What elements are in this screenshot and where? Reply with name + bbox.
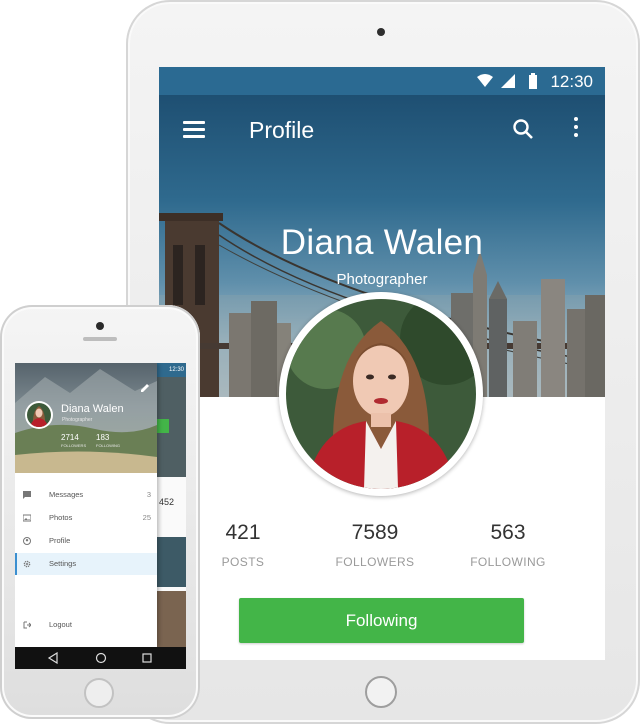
- profile-avatar[interactable]: [279, 292, 483, 496]
- behind-content: 12:30 452: [157, 363, 186, 647]
- recents-icon[interactable]: [141, 652, 153, 664]
- app-toolbar: Profile: [159, 95, 605, 167]
- drawer-item-messages[interactable]: Messages 3: [15, 484, 157, 506]
- phone-speaker: [83, 337, 117, 341]
- behind-stat-value: 452: [159, 497, 175, 507]
- drawer-item-label: Settings: [49, 559, 77, 568]
- drawer-item-logout[interactable]: Logout: [15, 614, 157, 636]
- drawer-item-label: Profile: [49, 536, 71, 545]
- settings-icon: [23, 560, 31, 568]
- behind-photo-2: [157, 591, 186, 647]
- drawer-item-label: Messages: [49, 490, 84, 499]
- drawer-item-label: Photos: [49, 513, 73, 522]
- phone-camera: [96, 322, 104, 330]
- wifi-icon: [477, 74, 493, 87]
- drawer-stat-value: 183: [96, 433, 110, 442]
- drawer-item-count: 3: [146, 490, 151, 499]
- drawer-item-label: Logout: [49, 620, 72, 629]
- status-bar: 12:30: [159, 67, 605, 95]
- menu-icon[interactable]: [183, 121, 205, 138]
- tablet-camera: [377, 28, 385, 36]
- drawer-item-profile[interactable]: Profile: [15, 530, 157, 552]
- tablet-home-button[interactable]: [365, 676, 397, 708]
- drawer-portrait: [27, 403, 51, 427]
- behind-photo-1: [157, 537, 186, 587]
- message-icon: [23, 491, 31, 499]
- signal-icon: [501, 74, 515, 88]
- stat-label: POSTS: [221, 555, 265, 569]
- profile-name: Diana Walen: [280, 223, 484, 262]
- edit-icon[interactable]: [140, 383, 150, 393]
- battery-icon: [529, 73, 537, 89]
- drawer-stat-label: FOLLOWING: [96, 443, 121, 448]
- drawer-stat-label: FOLLOWERS: [61, 443, 87, 448]
- drawer-avatar[interactable]: [25, 401, 53, 429]
- toolbar-title: Profile: [249, 117, 315, 143]
- drawer-role: Photographer: [62, 417, 93, 423]
- more-vert-icon[interactable]: [567, 117, 585, 143]
- drawer-stat-followers: 2714 FOLLOWERS: [61, 433, 86, 448]
- tablet-screen: 12:30 Profile Diana Walen Photographer 4…: [159, 67, 605, 660]
- stat-label: FOLLOWING: [470, 555, 546, 569]
- stat-value: 563: [490, 521, 526, 544]
- drawer-item-count: 25: [142, 513, 151, 522]
- portrait-photo: [286, 299, 476, 489]
- logout-icon: [23, 621, 31, 629]
- following-button[interactable]: Following: [239, 598, 524, 643]
- behind-button: [157, 419, 169, 433]
- home-icon[interactable]: [95, 652, 107, 664]
- back-icon[interactable]: [47, 652, 59, 664]
- drawer-stat-value: 2714: [61, 433, 79, 442]
- navigation-drawer: Diana Walen Photographer 2714 FOLLOWERS …: [15, 363, 157, 647]
- phone-screen: 12:30 452 Diana Walen Photographer 2714 …: [15, 363, 186, 669]
- stat-value: 421: [225, 521, 261, 544]
- stat-posts: 421 POSTS: [183, 521, 303, 569]
- stat-label: FOLLOWERS: [335, 555, 415, 569]
- drawer-item-settings[interactable]: Settings: [15, 553, 157, 575]
- stat-following: 563 FOLLOWING: [448, 521, 568, 569]
- photo-icon: [23, 514, 31, 522]
- drawer-item-photos[interactable]: Photos 25: [15, 507, 157, 529]
- search-icon[interactable]: [511, 117, 535, 141]
- phone-home-button[interactable]: [84, 678, 114, 708]
- drawer-header: Diana Walen Photographer 2714 FOLLOWERS …: [15, 363, 157, 473]
- phone-status-time: 12:30: [157, 363, 186, 377]
- tablet-device: 12:30 Profile Diana Walen Photographer 4…: [126, 0, 640, 724]
- status-time: 12:30: [550, 72, 593, 91]
- phone-device: 12:30 452 Diana Walen Photographer 2714 …: [0, 305, 200, 719]
- profile-icon: [23, 537, 31, 545]
- android-nav-bar: [15, 647, 186, 669]
- stat-value: 7589: [351, 521, 399, 544]
- drawer-stat-following: 183 FOLLOWING: [96, 433, 120, 448]
- profile-role: Photographer: [336, 271, 428, 288]
- stat-followers: 7589 FOLLOWERS: [315, 521, 435, 569]
- drawer-name: Diana Walen: [61, 403, 124, 415]
